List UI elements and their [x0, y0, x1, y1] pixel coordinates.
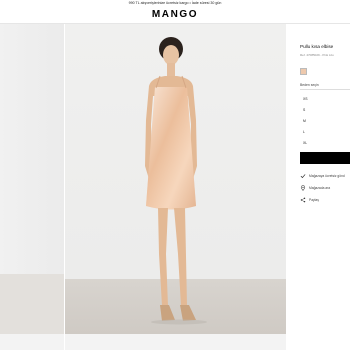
add-to-cart-button[interactable]: [300, 151, 350, 164]
image-separator: [64, 334, 65, 350]
share-text: Paylaş: [309, 197, 319, 202]
size-option-xl[interactable]: XL: [300, 138, 350, 149]
product-reference: Ref. 47085029 - Pink Lilu: [300, 53, 334, 57]
promo-text: 990 TL alışverişlerinize ücretsiz kargo …: [128, 1, 222, 5]
size-option-m[interactable]: M: [300, 116, 350, 127]
product-info-panel: Pullu kısa elbise Ref. 47085029 - Pink L…: [300, 44, 350, 206]
product-title: Pullu kısa elbise: [300, 44, 334, 49]
color-swatch[interactable]: [300, 68, 307, 75]
size-option-s[interactable]: S: [300, 105, 350, 116]
brand-logo[interactable]: MANGO: [0, 9, 350, 20]
product-image-secondary[interactable]: [0, 24, 64, 334]
location-pin-icon: [300, 184, 306, 191]
size-list: XS S M L XL: [300, 94, 350, 149]
promo-bar: 990 TL alışverişlerinize ücretsiz kargo …: [0, 0, 350, 7]
store-delivery-text: Mağazaya ücretsiz gönd: [309, 173, 345, 178]
share-icon: [300, 197, 306, 202]
image-strip-bottom: [0, 334, 286, 350]
store-delivery-row[interactable]: Mağazaya ücretsiz gönd: [300, 170, 350, 182]
check-icon: [300, 173, 306, 178]
image-floor: [0, 274, 64, 334]
model-figure: [145, 37, 207, 325]
size-select-label[interactable]: Beden seçin: [300, 83, 350, 87]
size-divider: [300, 89, 350, 90]
share-row[interactable]: Paylaş: [300, 194, 350, 206]
size-option-l[interactable]: L: [300, 127, 350, 138]
product-image-main[interactable]: [65, 24, 286, 334]
find-in-store-text: Mağazada ara: [309, 185, 331, 190]
find-in-store-row[interactable]: Mağazada ara: [300, 182, 350, 194]
size-option-xs[interactable]: XS: [300, 94, 350, 105]
